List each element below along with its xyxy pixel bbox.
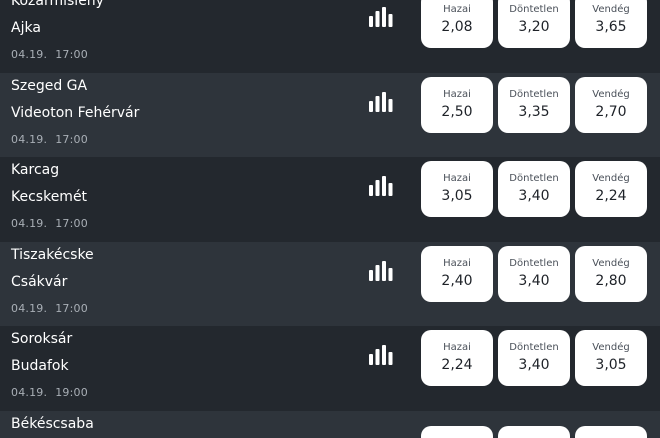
odds-value: 2,50 [441, 104, 473, 120]
odds-label: Döntetlen [509, 342, 559, 353]
away-team-name: Videoton Fehérvár [11, 105, 140, 121]
bar-chart-icon[interactable] [369, 92, 393, 114]
odds-home-button[interactable] [421, 426, 493, 438]
away-team-name: Ajka [11, 20, 41, 36]
home-team-name: Szeged GA [11, 78, 88, 94]
odds-value: 3,05 [595, 357, 627, 373]
odds-value: 3,65 [595, 19, 627, 35]
odds-label: Hazai [443, 258, 471, 269]
odds-away-button[interactable]: Vendég 3,65 [575, 0, 647, 48]
match-row: Karcag Kecskemét 04.19. 17:00 Hazai 3,05 D… [0, 157, 660, 241]
bar-chart-icon[interactable] [369, 176, 393, 198]
odds-away-button[interactable]: Vendég 2,70 [575, 77, 647, 133]
odds-label: Hazai [443, 4, 471, 15]
match-time: 17:00 [55, 217, 88, 230]
match-row: Kozármisleny Ajka 04.19. 17:00 Hazai 2,08 … [0, 0, 660, 72]
match-datetime: 04.19. 17:00 [11, 217, 88, 230]
home-team-name: Kozármisleny [11, 0, 104, 9]
odds-label: Hazai [443, 342, 471, 353]
match-row: Békéscsaba [0, 411, 660, 438]
odds-draw-button[interactable] [498, 426, 570, 438]
odds-value: 2,70 [595, 104, 627, 120]
odds-away-button[interactable]: Vendég 3,05 [575, 330, 647, 386]
home-team-name: Soroksár [11, 331, 73, 347]
match-date: 04.19. [11, 302, 48, 315]
odds-value: 3,20 [518, 19, 550, 35]
odds-value: 2,24 [441, 357, 473, 373]
match-date: 04.19. [11, 386, 48, 399]
bar-chart-icon[interactable] [369, 261, 393, 283]
match-date: 04.19. [11, 133, 48, 146]
odds-value: 3,05 [441, 188, 473, 204]
odds-label: Vendég [592, 89, 630, 100]
match-datetime: 04.19. 19:00 [11, 386, 88, 399]
away-team-name: Csákvár [11, 274, 68, 290]
match-datetime: 04.19. 17:00 [11, 302, 88, 315]
match-list: Kozármisleny Ajka 04.19. 17:00 Hazai 2,08 … [0, 0, 660, 438]
odds-home-button[interactable]: Hazai 2,50 [421, 77, 493, 133]
odds-draw-button[interactable]: Döntetlen 3,20 [498, 0, 570, 48]
odds-home-button[interactable]: Hazai 3,05 [421, 161, 493, 217]
odds-draw-button[interactable]: Döntetlen 3,40 [498, 330, 570, 386]
odds-label: Vendég [592, 4, 630, 15]
odds-label: Döntetlen [509, 89, 559, 100]
match-date: 04.19. [11, 48, 48, 61]
odds-home-button[interactable]: Hazai 2,40 [421, 246, 493, 302]
match-row: Tiszakécske Csákvár 04.19. 17:00 Hazai 2,4… [0, 242, 660, 326]
odds-away-button[interactable]: Vendég 2,80 [575, 246, 647, 302]
away-team-name: Kecskemét [11, 189, 88, 205]
odds-draw-button[interactable]: Döntetlen 3,40 [498, 161, 570, 217]
odds-label: Hazai [443, 173, 471, 184]
odds-label: Döntetlen [509, 258, 559, 269]
odds-value: 2,24 [595, 188, 627, 204]
odds-home-button[interactable]: Hazai 2,24 [421, 330, 493, 386]
odds-value: 2,08 [441, 19, 473, 35]
odds-label: Vendég [592, 342, 630, 353]
match-row: Szeged GA Videoton Fehérvár 04.19. 17:00 … [0, 73, 660, 157]
bar-chart-icon[interactable] [369, 7, 393, 29]
odds-value: 3,40 [518, 273, 550, 289]
match-datetime: 04.19. 17:00 [11, 48, 88, 61]
match-time: 19:00 [55, 386, 88, 399]
odds-value: 2,80 [595, 273, 627, 289]
odds-away-button[interactable] [575, 426, 647, 438]
odds-label: Vendég [592, 173, 630, 184]
match-time: 17:00 [55, 133, 88, 146]
odds-label: Hazai [443, 89, 471, 100]
odds-home-button[interactable]: Hazai 2,08 [421, 0, 493, 48]
odds-away-button[interactable]: Vendég 2,24 [575, 161, 647, 217]
match-datetime: 04.19. 17:00 [11, 133, 88, 146]
match-date: 04.19. [11, 217, 48, 230]
odds-value: 2,40 [441, 273, 473, 289]
match-time: 17:00 [55, 302, 88, 315]
home-team-name: Tiszakécske [11, 247, 94, 263]
away-team-name: Budafok [11, 358, 69, 374]
odds-draw-button[interactable]: Döntetlen 3,35 [498, 77, 570, 133]
match-time: 17:00 [55, 48, 88, 61]
odds-label: Döntetlen [509, 4, 559, 15]
odds-label: Döntetlen [509, 173, 559, 184]
home-team-name: Békéscsaba [11, 416, 94, 432]
odds-draw-button[interactable]: Döntetlen 3,40 [498, 246, 570, 302]
bar-chart-icon[interactable] [369, 345, 393, 367]
odds-value: 3,40 [518, 188, 550, 204]
match-row: Soroksár Budafok 04.19. 19:00 Hazai 2,24 D… [0, 326, 660, 410]
odds-value: 3,40 [518, 357, 550, 373]
odds-value: 3,35 [518, 104, 550, 120]
home-team-name: Karcag [11, 162, 60, 178]
odds-label: Vendég [592, 258, 630, 269]
